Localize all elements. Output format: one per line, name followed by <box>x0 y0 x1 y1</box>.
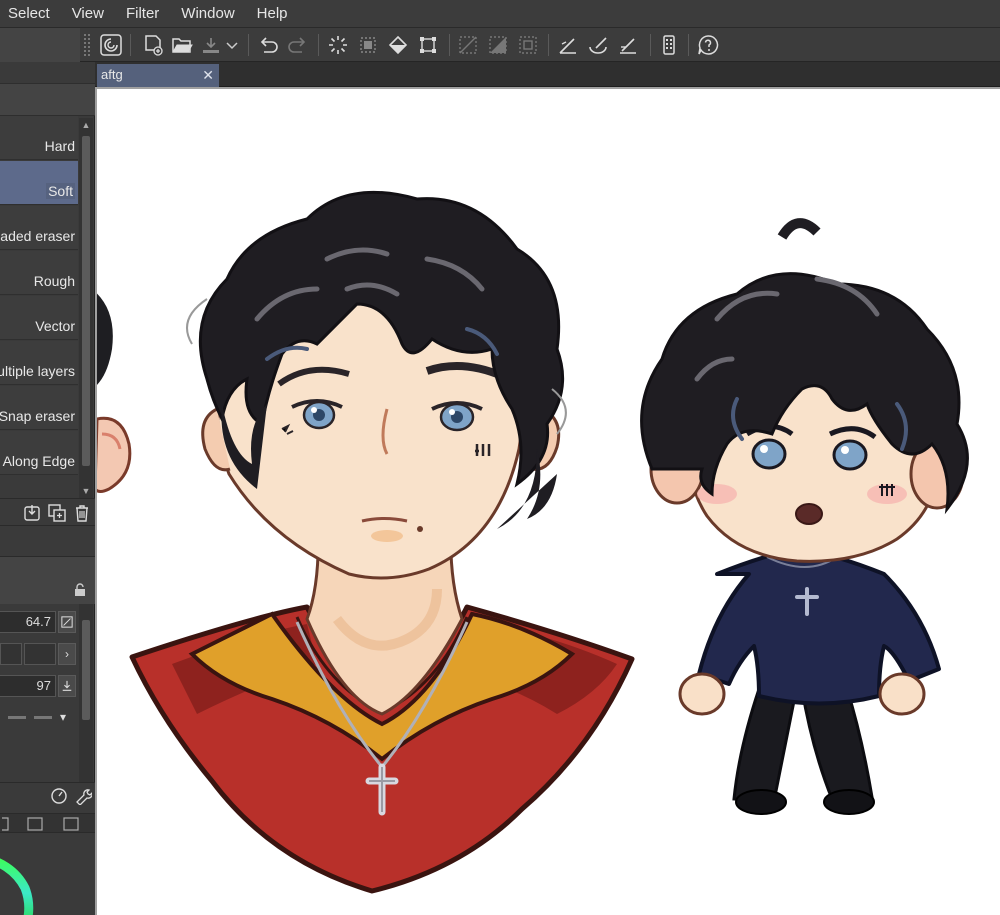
stabilization-mark-2 <box>34 716 52 719</box>
trash-icon[interactable] <box>72 503 92 523</box>
marquee-icon[interactable] <box>325 32 351 58</box>
sub-tool-snap-eraser[interactable]: Snap eraser <box>0 386 78 430</box>
sub-tool-label: aded eraser <box>0 228 75 244</box>
drawing-canvas[interactable] <box>97 89 1000 915</box>
left-panel: Hard Soft aded eraser Rough Vector ultip… <box>0 62 95 915</box>
scroll-thumb[interactable] <box>82 136 90 466</box>
command-bar <box>0 28 1000 62</box>
tool-property-scrollbar[interactable] <box>79 604 93 782</box>
partial-character <box>97 293 132 493</box>
toolbar-grip[interactable] <box>84 34 90 56</box>
brush-density-row: 97 <box>0 672 78 698</box>
undo-icon[interactable] <box>255 32 281 58</box>
artwork <box>97 190 969 894</box>
tab-title: aftg <box>101 67 123 82</box>
settings-dial-icon[interactable] <box>50 787 68 805</box>
selection-crop-icon[interactable] <box>355 32 381 58</box>
snap-ruler-icon[interactable] <box>555 32 581 58</box>
clip-studio-icon[interactable] <box>98 32 124 58</box>
tab-aftg[interactable]: aftg ✕ <box>97 64 219 87</box>
sub-tool-label: Rough <box>33 273 75 289</box>
brush-density-input[interactable]: 97 <box>0 675 56 697</box>
snap-special-icon[interactable] <box>585 32 611 58</box>
new-file-icon[interactable] <box>140 32 166 58</box>
tool-property-header <box>0 556 95 604</box>
open-folder-icon[interactable] <box>169 32 195 58</box>
sub-tool-actions <box>0 498 95 526</box>
sub-tool-along-edge[interactable]: Along Edge <box>0 431 78 475</box>
clear-selection-icon[interactable] <box>455 32 481 58</box>
panel-header <box>0 62 95 84</box>
sub-tool-label: Vector <box>35 318 75 334</box>
chevron-right-icon[interactable]: › <box>58 643 76 665</box>
lock-icon[interactable] <box>73 583 87 597</box>
color-wheel[interactable] <box>0 838 95 915</box>
import-icon[interactable] <box>22 503 42 523</box>
scroll-up-icon[interactable]: ▲ <box>81 120 91 130</box>
sub-tool-list: Hard Soft aded eraser Rough Vector ultip… <box>0 116 78 498</box>
brush-size-input[interactable]: 64.7 <box>0 611 56 633</box>
panel-tabs <box>0 813 95 833</box>
help-icon[interactable] <box>695 32 721 58</box>
sub-tool-hard[interactable]: Hard <box>0 116 78 160</box>
duplicate-icon[interactable] <box>47 503 67 523</box>
opacity-swatch-1[interactable] <box>0 643 22 665</box>
menu-select[interactable]: Select <box>0 0 62 28</box>
brush-size-row: 64.7 <box>0 608 78 634</box>
sub-tool-label: Along Edge <box>2 453 75 469</box>
wrench-icon[interactable] <box>74 787 93 806</box>
sub-tool-label: Soft <box>46 183 75 199</box>
brush-size-button[interactable] <box>58 611 76 633</box>
sub-tool-graded-eraser[interactable]: aded eraser <box>0 206 78 250</box>
save-cloud-icon[interactable] <box>198 32 224 58</box>
sub-tool-label: Snap eraser <box>0 408 75 424</box>
menu-filter[interactable]: Filter <box>116 0 171 28</box>
sub-tool-scrollbar[interactable]: ▲ ▼ <box>79 118 93 498</box>
smartphone-icon[interactable] <box>656 32 682 58</box>
transform-icon[interactable] <box>415 32 441 58</box>
sub-tool-vector[interactable]: Vector <box>0 296 78 340</box>
menu-bar: Select View Filter Window Help <box>0 0 1000 28</box>
menu-view[interactable]: View <box>62 0 116 28</box>
canvas-area <box>95 87 1000 915</box>
scroll-thumb[interactable] <box>82 620 90 720</box>
redo-icon[interactable] <box>285 32 311 58</box>
invert-selection-icon[interactable] <box>485 32 511 58</box>
save-dropdown-icon[interactable] <box>224 32 240 58</box>
fill-icon[interactable] <box>385 32 411 58</box>
snap-grid-icon[interactable] <box>615 32 641 58</box>
document-tab-bar: aftg ✕ <box>95 62 1000 87</box>
menu-help[interactable]: Help <box>247 0 300 28</box>
sub-tool-label: ultiple layers <box>0 363 75 379</box>
sub-tool-soft[interactable]: Soft <box>0 161 78 205</box>
download-icon[interactable] <box>58 675 76 697</box>
panel-tab-icons[interactable] <box>0 814 95 834</box>
sub-tool-rough[interactable]: Rough <box>0 251 78 295</box>
stabilization-row: ▾ <box>0 706 78 732</box>
sub-tool-multiple-layers[interactable]: ultiple layers <box>0 341 78 385</box>
portrait-character <box>129 190 635 894</box>
chevron-down-icon[interactable]: ▾ <box>60 710 66 724</box>
close-icon[interactable]: ✕ <box>202 64 214 86</box>
panel-gap <box>0 526 95 556</box>
opacity-swatch-2[interactable] <box>24 643 56 665</box>
toolbar-left-strip <box>0 28 80 62</box>
sub-tool-label: Hard <box>44 138 75 154</box>
menu-window[interactable]: Window <box>171 0 246 28</box>
opacity-row: › <box>0 640 78 666</box>
sub-tool-header <box>0 84 95 116</box>
show-selection-icon[interactable] <box>515 32 541 58</box>
chibi-character <box>640 218 969 815</box>
stabilization-mark-1 <box>8 716 26 719</box>
bottom-panel <box>0 782 95 915</box>
scroll-down-icon[interactable]: ▼ <box>81 486 91 496</box>
